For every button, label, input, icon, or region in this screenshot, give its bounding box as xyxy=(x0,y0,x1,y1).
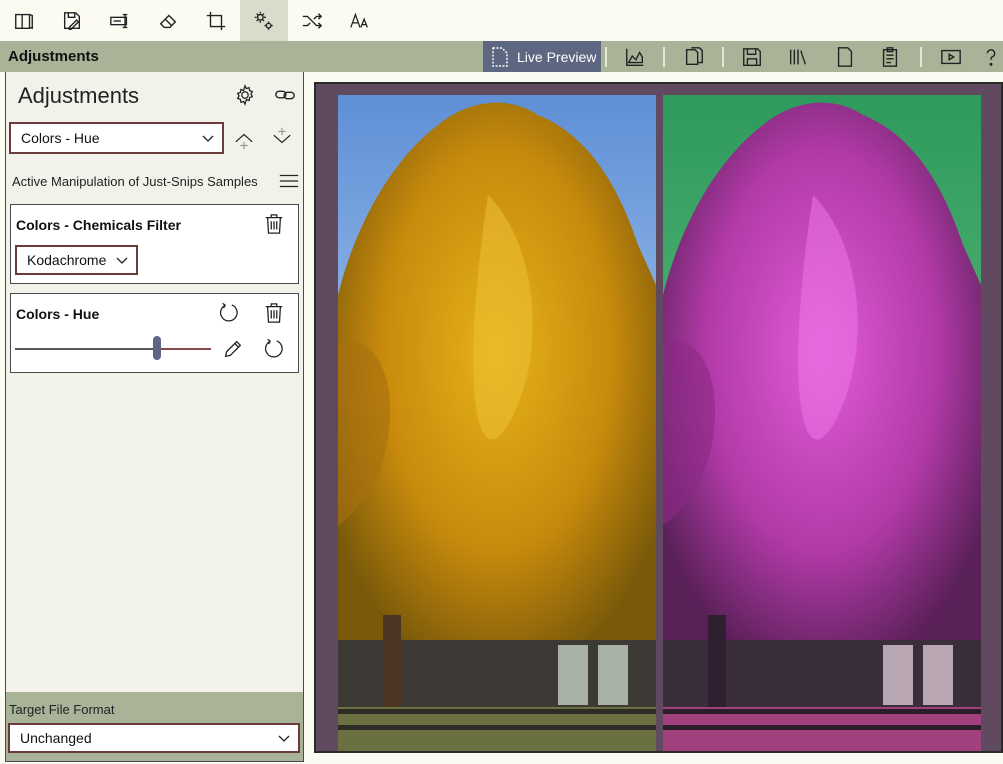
shuffle-icon xyxy=(302,12,323,29)
link-icon xyxy=(275,90,295,100)
top-toolbar xyxy=(0,0,1003,41)
adjustment-select[interactable]: Colors - Hue xyxy=(9,122,224,154)
page-icon xyxy=(492,46,508,67)
page-icon xyxy=(837,47,853,67)
clipboard-icon xyxy=(882,47,898,67)
slideshow-icon xyxy=(941,49,961,65)
crop-icon xyxy=(206,11,226,30)
hue-card: Colors - Hue xyxy=(10,293,299,373)
shuffle-button[interactable] xyxy=(288,0,336,41)
hamburger-icon xyxy=(279,174,299,188)
help-icon xyxy=(986,49,996,66)
image-preview xyxy=(314,82,1003,753)
edit-button[interactable] xyxy=(220,336,246,362)
target-format-label: Target File Format xyxy=(9,702,115,717)
save-icon xyxy=(743,48,761,66)
target-format-value: Unchanged xyxy=(20,730,92,746)
add-down-button[interactable] xyxy=(269,124,295,150)
pencil-icon xyxy=(224,340,242,358)
refresh-icon xyxy=(264,338,283,358)
books-button[interactable] xyxy=(785,44,811,70)
filter-select[interactable]: Kodachrome xyxy=(15,245,138,275)
separator xyxy=(663,47,665,67)
chevron-down-icon xyxy=(278,735,290,742)
live-preview-label: Live Preview xyxy=(517,48,597,65)
reset-value-button[interactable] xyxy=(261,336,287,362)
rename-button[interactable] xyxy=(96,0,144,41)
adjustment-select-value: Colors - Hue xyxy=(21,130,100,146)
histogram-button[interactable] xyxy=(622,44,648,70)
adjustments-icon xyxy=(254,11,273,30)
adjustments-panel: Adjustments Colors - Hue Active Manipula… xyxy=(5,72,304,762)
save-button[interactable] xyxy=(739,44,765,70)
filter-select-value: Kodachrome xyxy=(27,252,107,268)
panel-title: Adjustments xyxy=(18,83,140,108)
gear-icon xyxy=(236,84,254,106)
hue-slider-thumb[interactable] xyxy=(153,336,161,360)
link-button[interactable] xyxy=(272,82,298,108)
add-up-icon xyxy=(235,133,253,150)
original-photo xyxy=(338,95,656,751)
refresh-icon xyxy=(219,302,238,322)
chevron-down-icon xyxy=(202,135,214,142)
delete-button[interactable] xyxy=(261,300,287,326)
adjustments-tab-button[interactable] xyxy=(240,0,288,41)
rename-icon xyxy=(110,13,128,28)
adjusted-photo xyxy=(663,95,981,751)
add-down-icon xyxy=(273,127,291,144)
library-icon xyxy=(15,13,33,29)
target-format-section: Target File Format Unchanged xyxy=(6,692,303,761)
header-bar: Adjustments Live Preview xyxy=(0,41,1003,72)
eraser-button[interactable] xyxy=(144,0,192,41)
trash-icon xyxy=(265,303,283,323)
live-preview-button[interactable]: Live Preview xyxy=(483,41,601,72)
page-button[interactable] xyxy=(832,44,858,70)
library-button[interactable] xyxy=(0,0,48,41)
copy-icon xyxy=(685,47,703,66)
slideshow-button[interactable] xyxy=(938,44,964,70)
header-title: Adjustments xyxy=(8,48,99,65)
separator xyxy=(605,47,607,67)
card-title: Colors - Chemicals Filter xyxy=(16,217,181,233)
histogram-icon xyxy=(626,48,644,66)
settings-button[interactable] xyxy=(232,82,258,108)
hue-slider-track[interactable] xyxy=(15,348,211,350)
trash-icon xyxy=(265,214,283,234)
add-up-button[interactable] xyxy=(231,127,257,153)
help-button[interactable] xyxy=(978,44,1003,70)
separator xyxy=(920,47,922,67)
manipulation-label: Active Manipulation of Just-Snips Sample… xyxy=(12,174,258,189)
copy-button[interactable] xyxy=(681,44,707,70)
menu-button[interactable] xyxy=(276,168,302,194)
reset-button[interactable] xyxy=(216,300,242,326)
eraser-icon xyxy=(159,14,177,28)
chemicals-filter-card: Colors - Chemicals Filter Kodachrome xyxy=(10,204,299,284)
crop-button[interactable] xyxy=(192,0,240,41)
clipboard-button[interactable] xyxy=(877,44,903,70)
separator xyxy=(722,47,724,67)
font-size-icon xyxy=(350,12,368,28)
font-size-button[interactable] xyxy=(336,0,384,41)
books-icon xyxy=(789,49,806,65)
save-edit-button[interactable] xyxy=(48,0,96,41)
chevron-down-icon xyxy=(116,257,128,264)
save-edit-icon xyxy=(63,11,81,30)
card-title: Colors - Hue xyxy=(16,306,100,322)
target-format-select[interactable]: Unchanged xyxy=(8,723,300,753)
delete-button[interactable] xyxy=(261,211,287,237)
